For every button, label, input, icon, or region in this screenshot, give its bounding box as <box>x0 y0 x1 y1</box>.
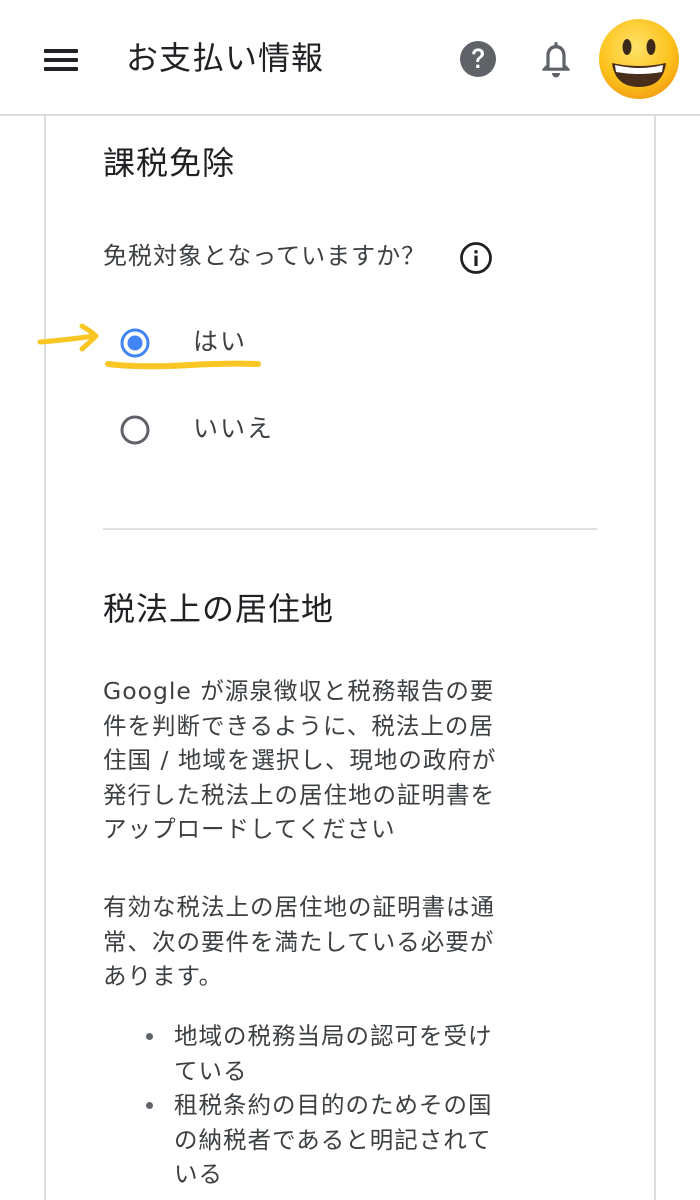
radio-unchecked-icon[interactable] <box>119 414 151 446</box>
tax-exempt-question: 免税対象となっていますか？ <box>103 242 427 270</box>
list-item: 地域の税務当局の認可を受け ている <box>140 1019 520 1088</box>
certificate-requirements-intro: 有効な税法上の居住地の証明書は通 常、次の要件を満たしている必要が あります。 <box>103 893 495 990</box>
menu-icon[interactable] <box>36 38 86 80</box>
card-border-right <box>654 116 656 1200</box>
top-app-bar: お支払い情報 <box>0 0 700 116</box>
tax-residence-title: 税法上の居住地 <box>103 590 335 628</box>
bell-icon[interactable] <box>535 38 577 82</box>
info-icon[interactable] <box>459 241 493 275</box>
list-item: 租税条約の目的のためその国 の納税者であると明記されて いる <box>140 1088 520 1192</box>
requirements-list: 地域の税務当局の認可を受け ている 租税条約の目的のためその国 の納税者であると… <box>140 1019 520 1192</box>
avatar[interactable] <box>597 17 681 101</box>
radio-option-no[interactable]: いいえ <box>103 400 403 460</box>
tax-exemption-title: 課税免除 <box>103 144 236 182</box>
tax-residence-description: Google が源泉徴収と税務報告の要 件を判断できるように、税法上の居 住国 … <box>103 677 497 843</box>
card-border-left <box>44 116 46 1200</box>
grinning-face-emoji-icon <box>599 19 679 99</box>
annotation-underline <box>105 360 261 370</box>
radio-label-no: いいえ <box>193 414 275 443</box>
help-icon[interactable] <box>458 39 498 79</box>
section-divider <box>103 528 597 530</box>
page-title: お支払い情報 <box>126 39 325 77</box>
